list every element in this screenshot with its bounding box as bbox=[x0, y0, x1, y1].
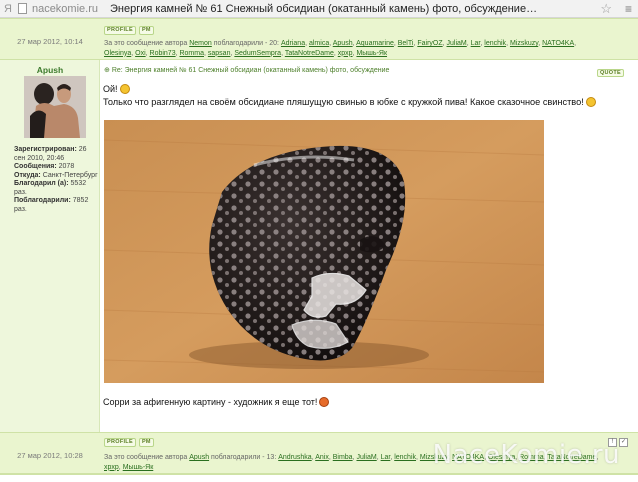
info-value: Санкт-Петербург bbox=[42, 171, 98, 179]
thanks-user-link[interactable]: BelTi bbox=[398, 40, 414, 47]
post-content: ⊕ Re: Энергия камней № 61 Снежный обсиди… bbox=[100, 60, 638, 432]
forum-post: Apush Зарегистрирован: 26 сен 2010, 20:4… bbox=[0, 60, 638, 432]
avatar[interactable] bbox=[24, 76, 86, 138]
thanks-user-link[interactable]: Apush bbox=[333, 40, 353, 47]
info-label: Поблагодарили: bbox=[14, 197, 71, 204]
post-date: 27 мар 2012, 10:14 bbox=[17, 37, 83, 46]
info-value: 2078 bbox=[58, 163, 75, 170]
info-label: Благодарил (а): bbox=[14, 180, 69, 187]
pm-button[interactable]: PM bbox=[138, 26, 154, 35]
bookmark-star-icon[interactable]: ☆ bbox=[600, 1, 612, 17]
thanks-user-link[interactable]: lenchik bbox=[394, 454, 416, 461]
page-icon bbox=[17, 3, 27, 14]
thanks-list: За это сообщение автора Nemon поблагодар… bbox=[104, 39, 604, 58]
laughing-smiley-icon bbox=[585, 97, 596, 107]
thanks-user-link[interactable]: SedumSempra bbox=[234, 50, 281, 57]
thanks-user-link[interactable]: xpxp bbox=[338, 50, 353, 57]
post-date: 27 мар 2012, 10:28 bbox=[17, 451, 83, 460]
thanks-count: поблагодарили - 13: bbox=[211, 454, 277, 461]
thanks-user-link[interactable]: Мышь-Як bbox=[123, 464, 154, 471]
post-icon: ⊕ bbox=[104, 67, 112, 74]
thanks-user-link[interactable]: JuliaM bbox=[356, 454, 376, 461]
next-post-header bbox=[0, 474, 638, 482]
browser-tab-bar: Я nacekomie.ru Энергия камней № 61 Снежн… bbox=[0, 0, 638, 18]
pm-button[interactable]: PM bbox=[138, 438, 154, 447]
thanks-author-link[interactable]: Apush bbox=[189, 454, 209, 461]
browser-menu-logo[interactable]: Я bbox=[4, 3, 12, 15]
thanks-user-link[interactable]: Lar bbox=[381, 454, 391, 461]
profile-button[interactable]: PROFILE bbox=[104, 438, 136, 447]
menu-icon[interactable]: ≡ bbox=[625, 2, 632, 16]
post-text-line: Только что разглядел на своём обсидиане … bbox=[103, 97, 596, 107]
thanks-user-link[interactable]: xpxp bbox=[104, 464, 119, 471]
post-greeting: Ой! bbox=[103, 84, 130, 94]
thanks-prefix: За это сообщение автора bbox=[104, 40, 188, 47]
thanks-user-link[interactable]: Robin73 bbox=[150, 50, 176, 57]
thanks-user-link[interactable]: JuliaM bbox=[447, 40, 467, 47]
greeting-text: Ой! bbox=[103, 84, 118, 94]
post-text: Сорри за афигенную картину - художник я … bbox=[103, 397, 318, 407]
thanks-user-link[interactable]: Bimba bbox=[333, 454, 353, 461]
thanks-user-link[interactable]: FairyOZ bbox=[417, 40, 442, 47]
thanks-prefix: За это сообщение автора bbox=[104, 454, 188, 461]
post-text: Только что разглядел на своём обсидиане … bbox=[103, 97, 584, 107]
info-label: Зарегистрирован: bbox=[14, 146, 77, 153]
quote-label: QUOTE bbox=[596, 69, 624, 77]
author-info: Зарегистрирован: 26 сен 2010, 20:46 Сооб… bbox=[14, 146, 98, 214]
thanks-user-link[interactable]: Mizskuzy bbox=[510, 40, 538, 47]
thanks-user-link[interactable]: sapsan bbox=[208, 50, 231, 57]
smiley-icon bbox=[119, 84, 130, 94]
thanks-user-link[interactable]: Aquamarine bbox=[356, 40, 394, 47]
obsidian-photo bbox=[103, 120, 545, 383]
blushing-smiley-icon bbox=[319, 397, 330, 407]
post-text-line: Сорри за афигенную картину - художник я … bbox=[103, 397, 330, 407]
thanks-user-link[interactable]: Andrushka bbox=[278, 454, 311, 461]
post-subject-text: Re: Энергия камней № 61 Снежный обсидиан… bbox=[111, 67, 390, 74]
thanks-user-link[interactable]: Olesinya bbox=[104, 50, 131, 57]
info-label: Сообщения: bbox=[14, 163, 57, 170]
thanks-user-link[interactable]: Adriana bbox=[281, 40, 305, 47]
thanks-author-link[interactable]: Nemon bbox=[189, 40, 212, 47]
thanks-icon[interactable]: ✓ bbox=[619, 438, 628, 447]
post-subject[interactable]: ⊕ Re: Энергия камней № 61 Снежный обсиди… bbox=[104, 66, 389, 74]
thanks-user-link[interactable]: almica bbox=[309, 40, 329, 47]
author-name[interactable]: Apush bbox=[0, 65, 100, 75]
thanks-count: поблагодарили - 20: bbox=[213, 40, 279, 47]
post-author-panel: Apush Зарегистрирован: 26 сен 2010, 20:4… bbox=[0, 60, 100, 432]
previous-post-footer: 27 мар 2012, 10:14 PROFILE PM За это соо… bbox=[0, 18, 638, 60]
info-label: Откуда: bbox=[14, 171, 41, 179]
profile-button[interactable]: PROFILE bbox=[104, 26, 136, 35]
thanks-user-link[interactable]: Oxi bbox=[135, 50, 146, 57]
thanks-user-link[interactable]: Romma bbox=[179, 50, 204, 57]
address-domain[interactable]: nacekomie.ru bbox=[32, 3, 98, 15]
thanks-user-link[interactable]: Мышь-Як bbox=[356, 50, 387, 57]
thanks-user-link[interactable]: Anix bbox=[315, 454, 329, 461]
thanks-user-link[interactable]: TataNotreDame bbox=[285, 50, 334, 57]
quote-button[interactable]: QUOTE bbox=[596, 66, 624, 77]
page-title: Энергия камней № 61 Снежный обсидиан (ок… bbox=[110, 2, 540, 15]
thanks-user-link[interactable]: NATO4KA bbox=[542, 40, 574, 47]
thanks-user-link[interactable]: lenchik bbox=[484, 40, 506, 47]
site-watermark: NaceKomie.ru bbox=[432, 440, 620, 470]
thanks-user-link[interactable]: Lar bbox=[471, 40, 481, 47]
